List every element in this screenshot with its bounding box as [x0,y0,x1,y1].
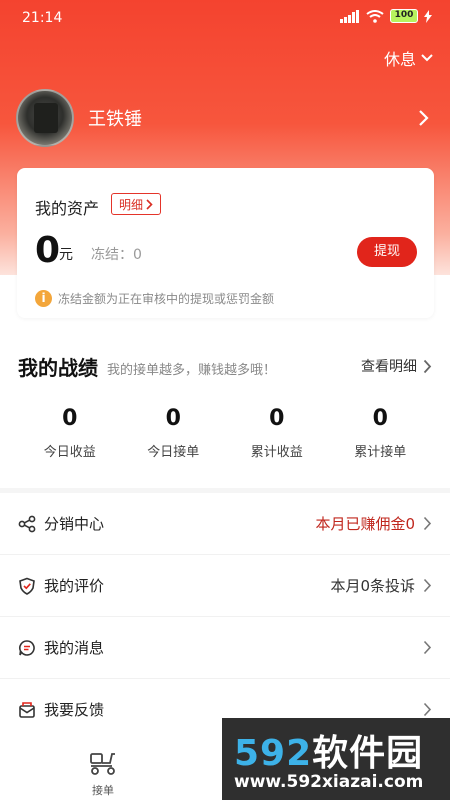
view-detail-link[interactable]: 查看明细 [361,356,432,376]
menu-list: 分销中心 本月已赚佣金0 我的评价 本月0条投诉 我的消息 我要反馈 [0,493,450,741]
stat-label: 今日收益 [43,445,96,460]
profile-row[interactable]: 王铁锤 [16,88,434,148]
chevron-right-icon [423,359,432,373]
message-icon [18,639,36,657]
chevron-right-icon [423,640,432,655]
tab-take-orders[interactable]: 接单 [80,750,126,798]
asset-detail-button[interactable]: 明细 [111,193,162,215]
watermark-title: 592软件园 [234,724,423,776]
user-name: 王铁锤 [88,109,142,130]
status-bar: 21:14 100 [0,0,450,38]
watermark-text: 软件园 [312,733,424,774]
menu-item-right: 本月0条投诉 [330,575,432,596]
menu-item-label: 我的评价 [44,577,105,595]
status-time: 21:14 [22,10,63,26]
chevron-down-icon [421,54,433,62]
stat-value: 0 [62,406,78,431]
info-icon: i [35,290,52,307]
stat-today-orders: 0 今日接单 [122,406,226,466]
stat-value: 0 [269,406,285,431]
complaints-text: 本月0条投诉 [330,577,415,595]
stat-label: 今日接单 [147,445,200,460]
tab-take-orders-label: 接单 [92,784,114,797]
site-watermark: 592软件园 www.592xiazai.com [222,718,450,800]
frozen-amount: 冻结：0 [91,247,142,263]
charging-icon [424,9,432,23]
scooter-icon [90,753,115,775]
chevron-right-icon [146,198,153,210]
performance-subtitle: 我的接单越多，赚钱越多哦！ [107,363,277,378]
asset-card: 我的资产 明细 0 元 冻结：0 提现 i 冻结金额为正在审核中的提现或惩罚金额 [17,168,434,318]
rest-status-label: 休息 [383,50,416,69]
performance-header: 我的战绩 我的接单越多，赚钱越多哦！ 查看明细 [18,352,432,382]
stat-value: 0 [372,406,388,431]
commission-text: 本月已赚佣金0 [315,515,415,533]
withdraw-button[interactable]: 提现 [357,237,417,267]
menu-item-right [423,640,432,655]
share-icon [18,515,36,533]
performance-title: 我的战绩 [18,356,98,380]
signal-icon [340,9,359,23]
asset-title: 我的资产 [35,199,100,218]
chevron-right-icon [423,702,432,717]
menu-item-messages[interactable]: 我的消息 [0,617,450,679]
menu-item-right: 本月已赚佣金0 [315,513,432,534]
stat-total-orders: 0 累计接单 [329,406,433,466]
battery-icon: 100 [390,9,418,23]
chevron-right-icon [423,578,432,593]
review-icon [18,577,36,595]
stat-label: 累计接单 [354,445,407,460]
stat-value: 0 [165,406,181,431]
feedback-icon [18,701,36,719]
asset-detail-label: 明细 [119,197,144,212]
performance-stats: 0 今日收益 0 今日接单 0 累计收益 0 累计接单 [18,406,432,466]
stat-total-income: 0 累计收益 [225,406,329,466]
stat-label: 累计收益 [250,445,303,460]
view-detail-label: 查看明细 [361,359,417,375]
watermark-url: www.592xiazai.com [234,772,424,792]
rest-status-dropdown[interactable]: 休息 [384,46,434,70]
menu-item-right [423,702,432,717]
menu-item-distribution[interactable]: 分销中心 本月已赚佣金0 [0,493,450,555]
chevron-right-icon [423,516,432,531]
chevron-right-icon [419,110,429,126]
frozen-notice-text: 冻结金额为正在审核中的提现或惩罚金额 [58,292,275,306]
menu-item-reviews[interactable]: 我的评价 本月0条投诉 [0,555,450,617]
stat-today-income: 0 今日收益 [18,406,122,466]
frozen-notice: i 冻结金额为正在审核中的提现或惩罚金额 [35,290,274,307]
wifi-icon [366,9,384,23]
avatar[interactable] [16,89,74,147]
menu-item-label: 我要反馈 [44,701,105,719]
menu-item-label: 分销中心 [44,515,105,533]
status-icons: 100 [340,9,432,23]
asset-unit: 元 [59,247,73,263]
menu-item-label: 我的消息 [44,639,105,657]
watermark-number: 592 [234,733,313,774]
asset-amount: 0 [35,230,61,271]
